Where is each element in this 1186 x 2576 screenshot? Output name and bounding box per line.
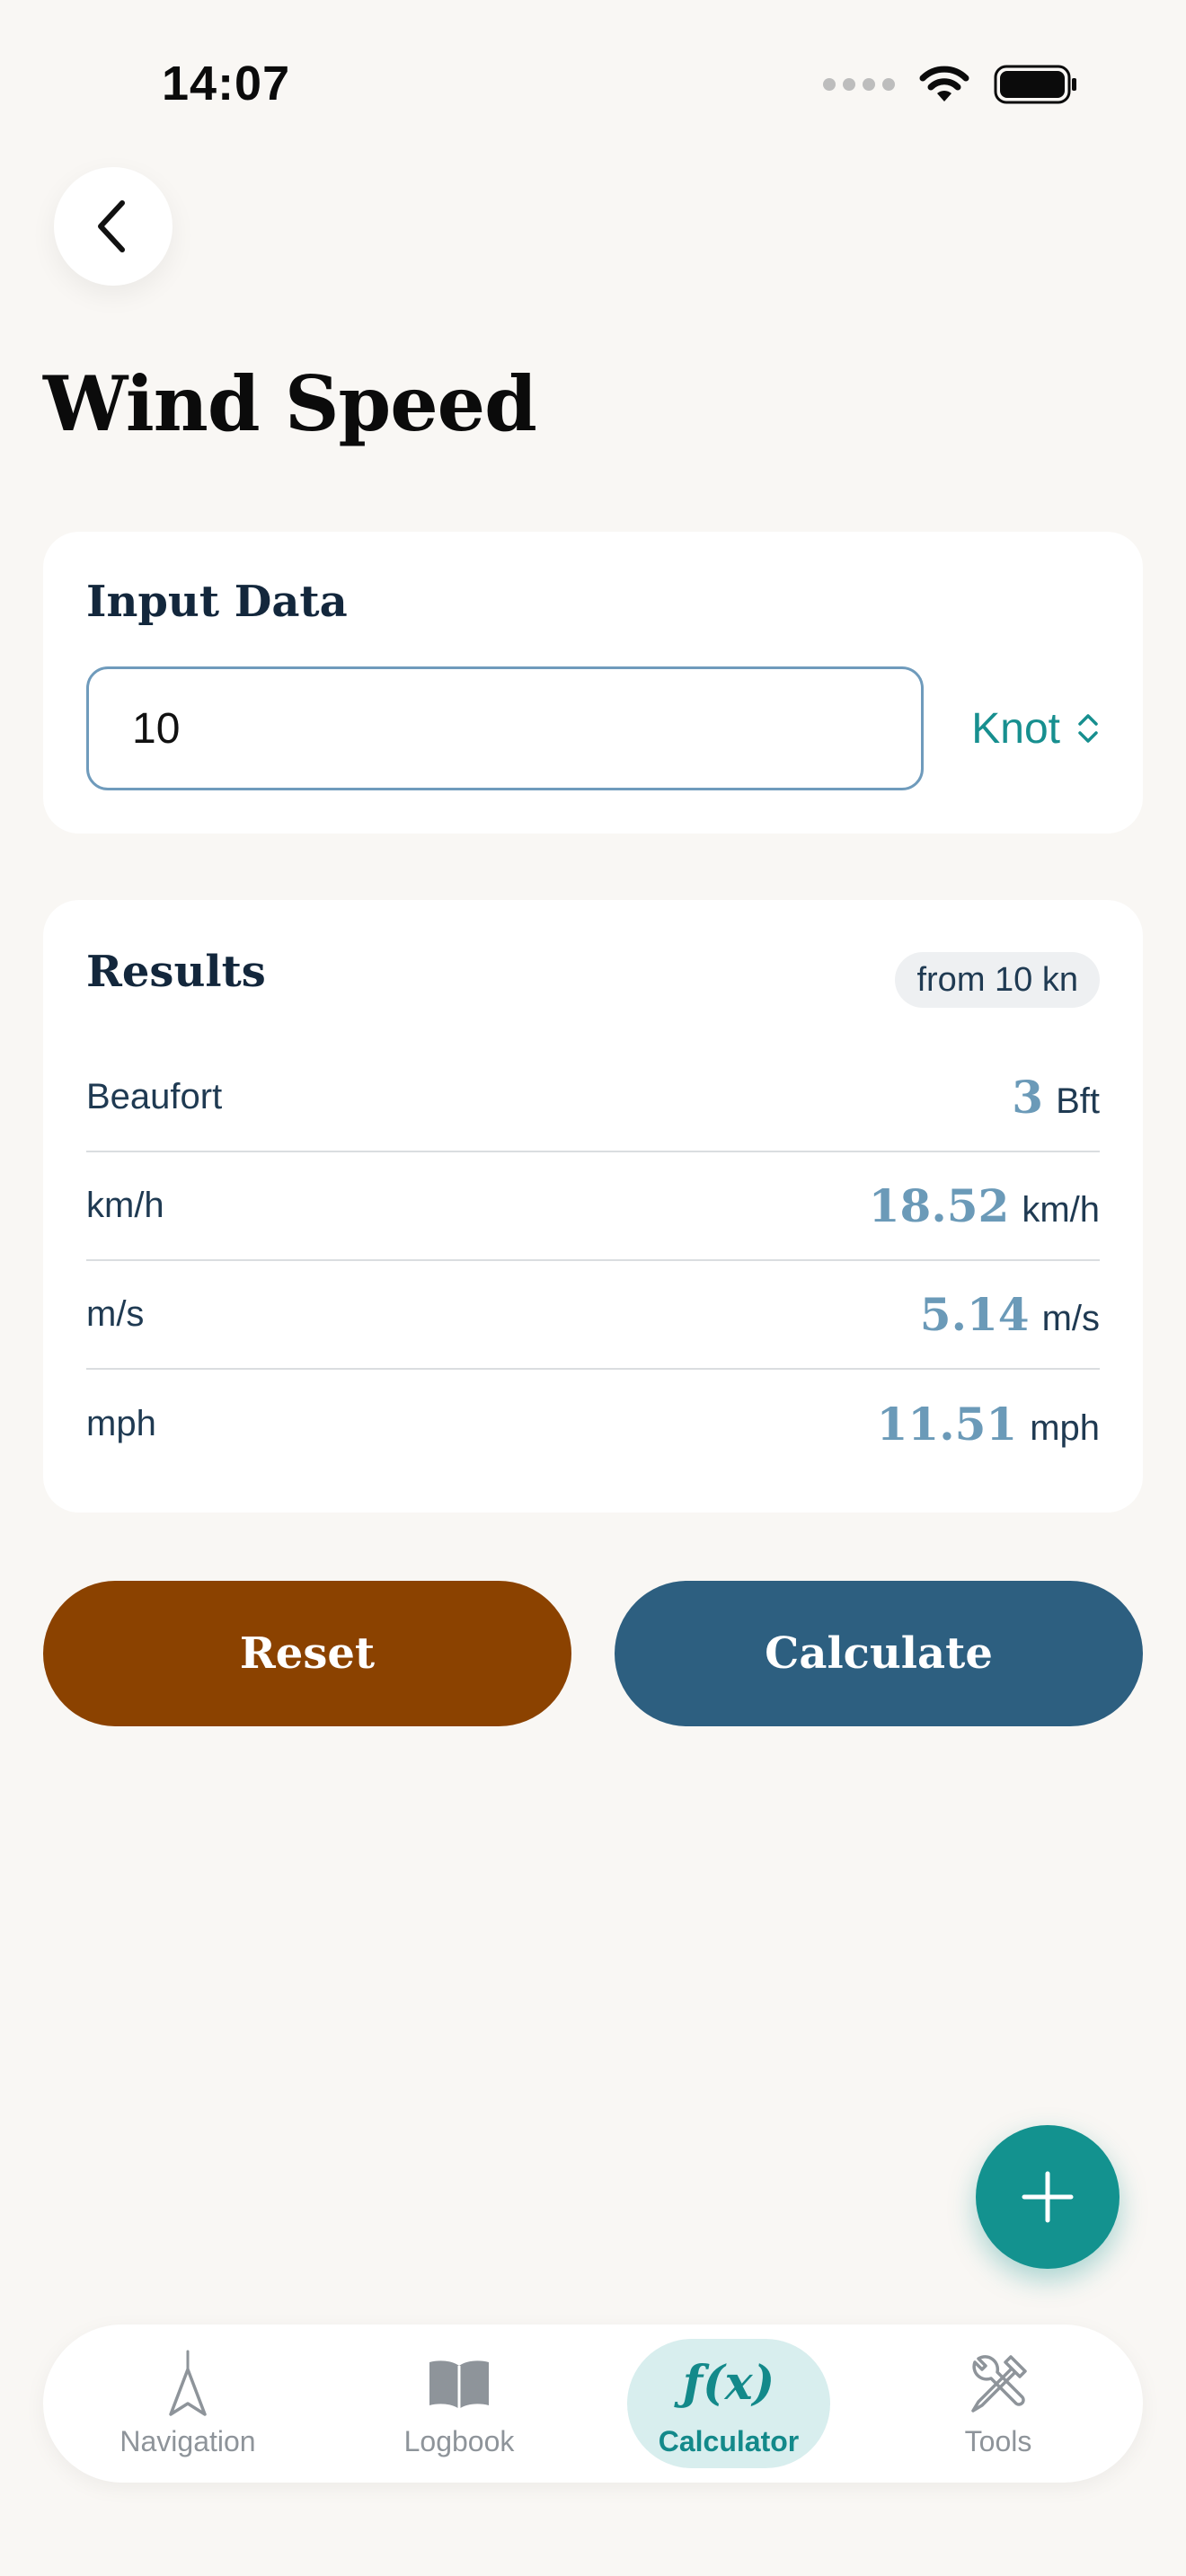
result-label: Beaufort [86, 1077, 223, 1116]
source-chip: from 10 kn [895, 952, 1100, 1008]
result-number: 11.51 [876, 1398, 1018, 1451]
back-button[interactable] [54, 167, 173, 286]
result-value: 5.14 m/s [920, 1288, 1100, 1341]
tab-label: Navigation [119, 2424, 256, 2457]
battery-icon [994, 65, 1076, 104]
result-unit: Bft [1056, 1081, 1100, 1121]
results-heading: Results [86, 947, 266, 997]
wind-speed-screen: 14:07 Wind Speed Input Data 10 Knot Resu… [0, 0, 1186, 2576]
results-card: Results from 10 kn Beaufort 3 Bft km/h 1… [43, 900, 1143, 1513]
result-row-ms: m/s 5.14 m/s [86, 1261, 1100, 1370]
result-number: 3 [1012, 1071, 1044, 1124]
compass-arrow-icon [169, 2350, 207, 2416]
input-data-card: Input Data 10 Knot [43, 532, 1143, 834]
calculate-button[interactable]: Calculate [615, 1581, 1143, 1726]
wind-speed-input[interactable]: 10 [86, 666, 924, 790]
status-time: 14:07 [162, 57, 291, 110]
result-unit: km/h [1022, 1190, 1100, 1230]
function-glyph: ƒ(x) [682, 2356, 775, 2411]
result-row-kmh: km/h 18.52 km/h [86, 1152, 1100, 1261]
tab-tools[interactable]: Tools [897, 2339, 1100, 2468]
tab-label: Tools [964, 2424, 1032, 2457]
wind-speed-input-value: 10 [132, 704, 181, 753]
book-icon [429, 2360, 489, 2409]
tab-label: Logbook [403, 2424, 515, 2457]
tools-icon [971, 2354, 1027, 2413]
tab-navigation[interactable]: Navigation [86, 2339, 289, 2468]
result-label: mph [86, 1404, 156, 1443]
unit-select-label: Knot [971, 704, 1060, 753]
plus-icon [1022, 2171, 1074, 2223]
page-title: Wind Speed [43, 359, 537, 448]
wifi-icon [919, 66, 969, 101]
function-icon: ƒ(x) [683, 2350, 775, 2418]
result-number: 5.14 [919, 1288, 1030, 1341]
status-icons [823, 65, 1078, 104]
result-number: 18.52 [868, 1179, 1010, 1232]
result-value: 18.52 km/h [869, 1179, 1100, 1232]
bottom-tab-bar: Navigation Logbook ƒ(x) Calculator Tools [43, 2325, 1143, 2483]
tab-calculator[interactable]: ƒ(x) Calculator [627, 2339, 830, 2468]
result-value: 11.51 mph [877, 1398, 1100, 1451]
chevron-left-icon [98, 200, 125, 252]
cellular-signal-icon [823, 78, 895, 91]
reset-button[interactable]: Reset [43, 1581, 571, 1726]
result-unit: m/s [1041, 1299, 1100, 1338]
result-row-beaufort: Beaufort 3 Bft [86, 1044, 1100, 1152]
result-row-mph: mph 11.51 mph [86, 1370, 1100, 1478]
tab-label: Calculator [658, 2424, 800, 2457]
result-value: 3 Bft [1012, 1071, 1100, 1124]
unit-select[interactable]: Knot [971, 666, 1100, 790]
result-label: m/s [86, 1294, 145, 1334]
chevron-up-down-icon [1078, 714, 1098, 743]
add-button[interactable] [976, 2125, 1120, 2269]
result-label: km/h [86, 1186, 164, 1225]
result-unit: mph [1030, 1408, 1100, 1448]
tab-logbook[interactable]: Logbook [358, 2339, 561, 2468]
input-data-heading: Input Data [86, 577, 348, 627]
